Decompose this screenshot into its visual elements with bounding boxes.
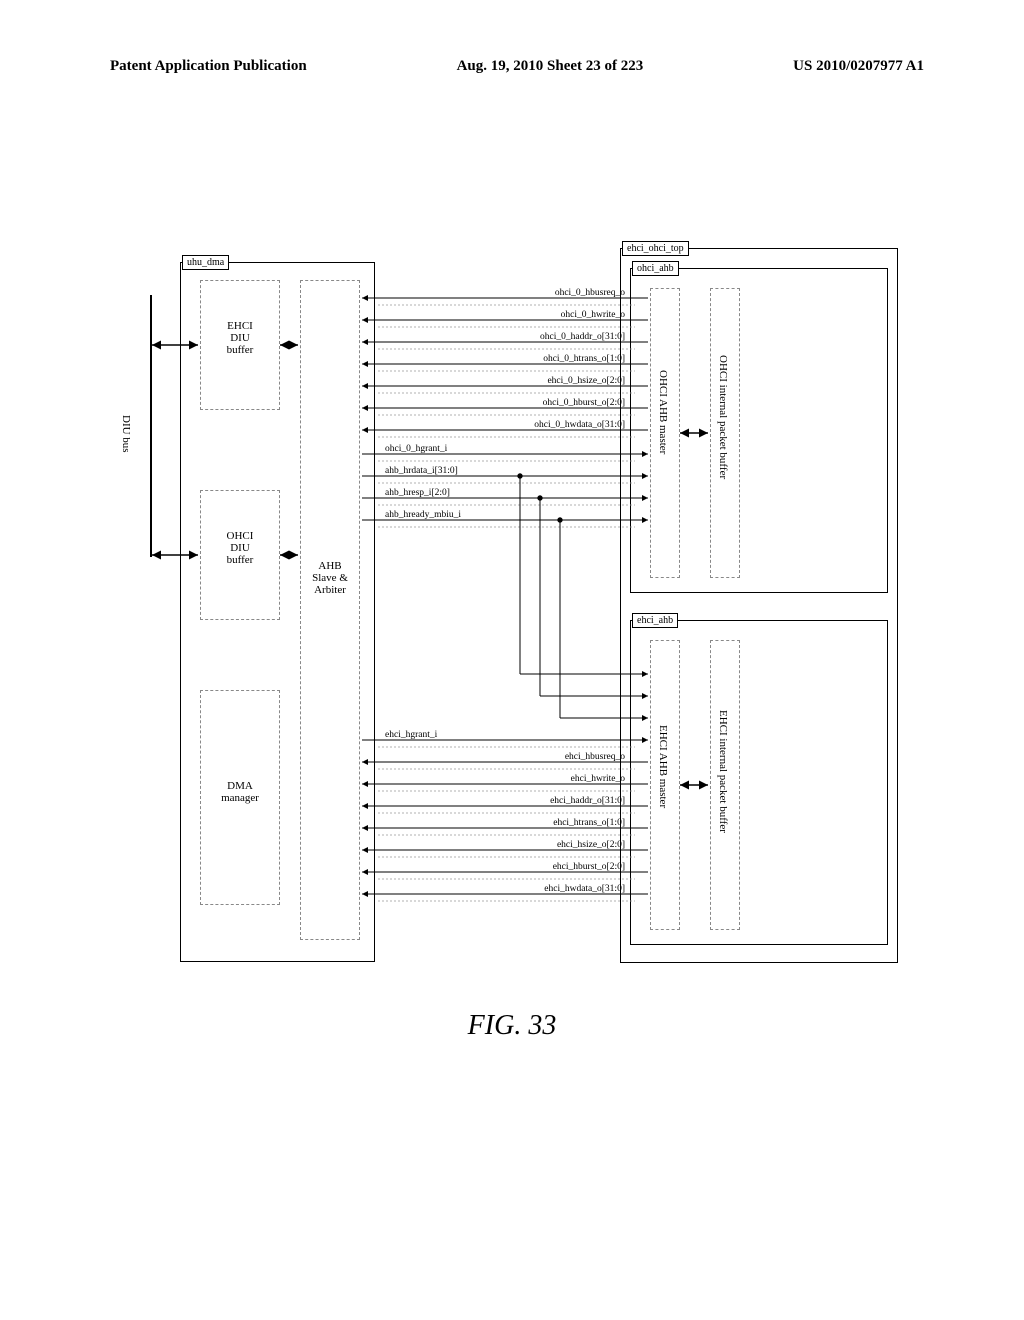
- diu-bus-label: DIU bus: [120, 415, 132, 453]
- header-right: US 2010/0207977 A1: [793, 58, 924, 75]
- header-left: Patent Application Publication: [110, 58, 307, 75]
- figure-caption: FIG. 33: [0, 1010, 1024, 1042]
- arrows-svg: [140, 240, 900, 970]
- header-center: Aug. 19, 2010 Sheet 23 of 223: [457, 58, 644, 75]
- block-diagram: DIU bus uhu_dma EHCI DIU buffer OHCI DIU…: [140, 240, 900, 970]
